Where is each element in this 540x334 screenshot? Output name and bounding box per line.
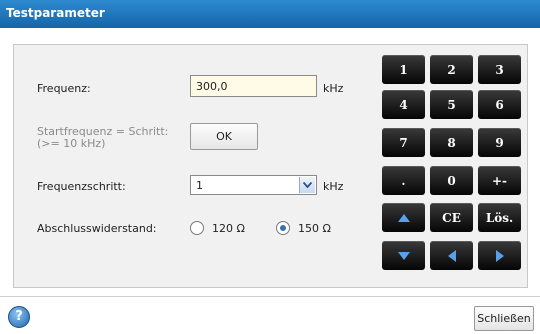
- chevron-down-icon[interactable]: [299, 177, 315, 193]
- up-arrow-icon: [397, 213, 410, 222]
- footer-divider: [0, 296, 540, 297]
- key-up[interactable]: [382, 203, 425, 232]
- key-7[interactable]: 7: [382, 128, 425, 157]
- key-5[interactable]: 5: [430, 90, 473, 119]
- window-title: Testparameter: [6, 6, 105, 20]
- key-decimal[interactable]: .: [382, 166, 425, 195]
- radio-120-ohm[interactable]: [190, 221, 204, 235]
- window-titlebar: Testparameter: [0, 0, 540, 28]
- start-equals-step-hint: (>= 10 kHz): [37, 137, 106, 150]
- frequency-input[interactable]: [190, 75, 317, 97]
- right-arrow-icon: [495, 249, 504, 262]
- frequency-step-value: 1: [196, 179, 203, 192]
- frequency-step-select[interactable]: 1: [190, 175, 317, 195]
- key-down[interactable]: [382, 241, 425, 270]
- down-arrow-icon: [397, 251, 410, 260]
- frequency-step-unit: kHz: [323, 180, 344, 193]
- frequency-step-label: Frequenzschritt:: [37, 180, 126, 193]
- key-left[interactable]: [430, 241, 473, 270]
- key-9[interactable]: 9: [478, 128, 521, 157]
- key-4[interactable]: 4: [382, 90, 425, 119]
- frequency-unit: kHz: [323, 82, 344, 95]
- close-button[interactable]: Schließen: [474, 306, 534, 331]
- key-8[interactable]: 8: [430, 128, 473, 157]
- key-delete[interactable]: Lös.: [478, 203, 521, 232]
- key-sign[interactable]: +-: [478, 166, 521, 195]
- key-1[interactable]: 1: [382, 55, 425, 84]
- radio-120-ohm-label[interactable]: 120 Ω: [212, 222, 245, 235]
- frequency-label: Frequenz:: [37, 82, 91, 95]
- key-clear-entry[interactable]: CE: [430, 203, 473, 232]
- radio-150-ohm[interactable]: [276, 221, 290, 235]
- help-icon[interactable]: ?: [8, 306, 30, 328]
- termination-label: Abschlusswiderstand:: [37, 222, 157, 235]
- key-2[interactable]: 2: [430, 55, 473, 84]
- ok-button[interactable]: OK: [190, 123, 258, 150]
- key-right[interactable]: [478, 241, 521, 270]
- key-3[interactable]: 3: [478, 55, 521, 84]
- key-0[interactable]: 0: [430, 166, 473, 195]
- left-arrow-icon: [447, 249, 456, 262]
- key-6[interactable]: 6: [478, 90, 521, 119]
- radio-150-ohm-label[interactable]: 150 Ω: [298, 222, 331, 235]
